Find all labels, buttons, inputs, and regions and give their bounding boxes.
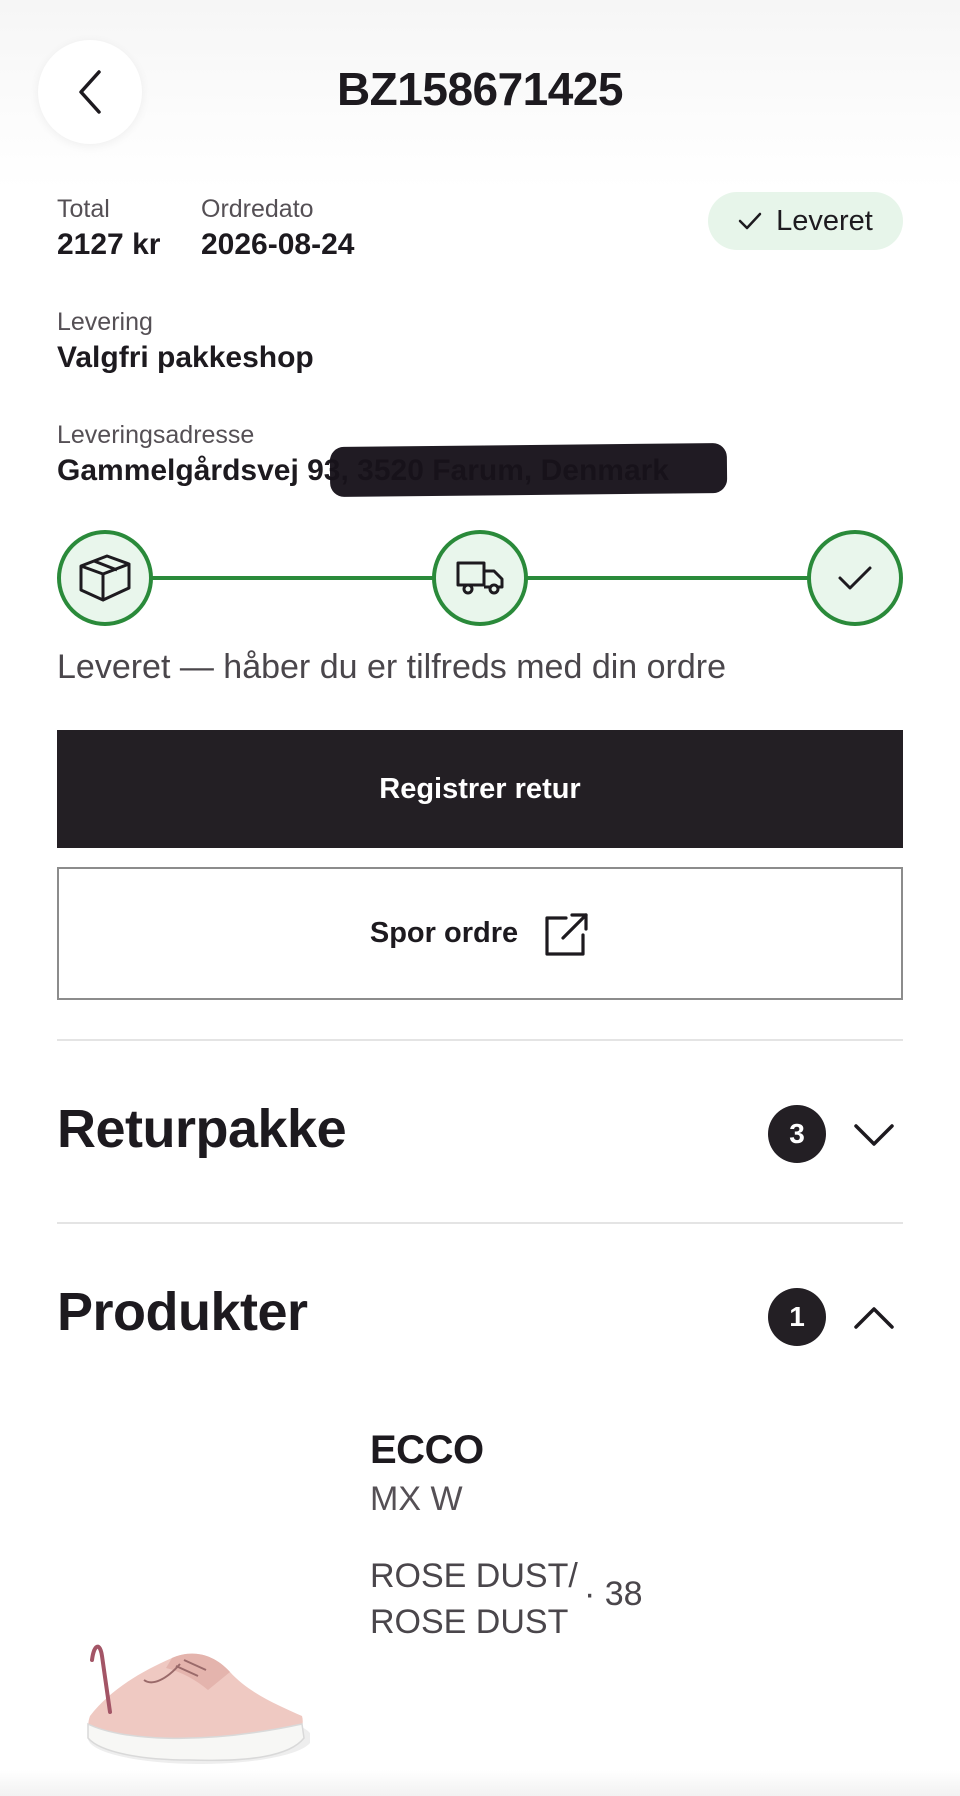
products-section[interactable]: Produkter 1 <box>57 1273 903 1353</box>
redaction-mark <box>329 442 728 498</box>
track-order-label: Spor ordre <box>369 917 519 949</box>
register-return-button[interactable]: Registrer retur <box>57 730 903 848</box>
check-icon <box>838 566 872 590</box>
delivery-method: Levering Valgfri pakkeshop <box>57 308 314 375</box>
product-model: MX W <box>370 1480 463 1518</box>
external-link-icon <box>545 912 588 956</box>
order-total: Total 2127 kr <box>57 195 160 262</box>
order-date-value: 2026-08-24 <box>201 228 355 261</box>
total-label: Total <box>57 195 110 223</box>
product-size: · 38 <box>584 1575 643 1613</box>
total-value: 2127 kr <box>57 228 161 261</box>
return-package-section[interactable]: Returpakke 3 <box>57 1090 903 1170</box>
product-brand: ECCO <box>370 1428 484 1472</box>
header: BZ158671425 <box>0 0 960 190</box>
step-packed <box>57 530 153 626</box>
track-line-1 <box>147 576 437 580</box>
chevron-up-icon[interactable] <box>852 1297 896 1337</box>
status-message: Leveret — håber du er tilfreds med din o… <box>57 648 727 686</box>
order-number-title: BZ158671425 <box>336 63 624 115</box>
order-date: Ordredato 2026-08-24 <box>201 195 354 262</box>
order-detail-page: BZ158671425 Total 2127 kr Ordredato 2026… <box>0 0 960 1796</box>
step-delivered <box>807 530 903 626</box>
order-progress-tracker <box>57 530 903 626</box>
package-icon <box>79 554 131 602</box>
status-badge: Leveret <box>708 192 903 250</box>
divider <box>57 1039 903 1041</box>
product-color-line-1: ROSE DUST/ <box>370 1557 578 1595</box>
sneaker-image[interactable] <box>80 1620 310 1770</box>
delivery-label: Levering <box>57 308 153 336</box>
step-shipped <box>432 530 528 626</box>
check-icon <box>738 212 762 230</box>
bottom-bar-edge <box>0 1770 960 1796</box>
track-line-2 <box>523 576 813 580</box>
divider <box>57 1222 903 1224</box>
product-color: ROSE DUST/ ROSE DUST <box>370 1553 578 1645</box>
return-package-count: 3 <box>768 1105 826 1163</box>
delivery-value: Valgfri pakkeshop <box>57 341 314 374</box>
status-text: Leveret <box>776 204 873 237</box>
products-count: 1 <box>768 1288 826 1346</box>
product-color-line-2: ROSE DUST <box>370 1603 569 1641</box>
products-title: Produkter <box>57 1282 308 1342</box>
return-package-title: Returpakke <box>57 1099 347 1159</box>
track-order-button[interactable]: Spor ordre <box>57 867 903 1000</box>
chevron-down-icon[interactable] <box>852 1114 896 1154</box>
order-date-label: Ordredato <box>201 195 314 223</box>
truck-icon <box>456 561 504 595</box>
